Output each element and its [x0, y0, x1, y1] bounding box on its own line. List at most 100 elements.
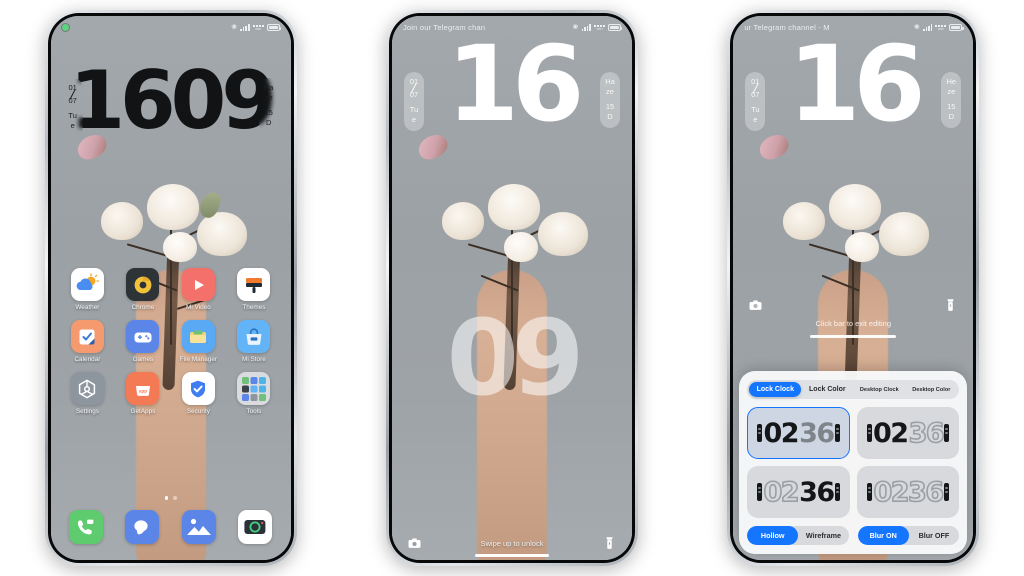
- camera-icon[interactable]: [238, 510, 273, 544]
- phone-clock-editor: 16 ur Telegram channel - M ❀ WIFI 01 07 …: [727, 10, 980, 566]
- app-getapps[interactable]: app GetApps: [115, 372, 171, 415]
- clock-preview-digits-dark: 02: [763, 417, 799, 449]
- clock-style-card[interactable]: 0236: [856, 466, 960, 518]
- clock-digits-top: 16: [446, 23, 585, 145]
- lock-screen-bottom: Swipe up to unlock: [392, 535, 632, 552]
- battery-icon: [607, 23, 623, 31]
- security-icon[interactable]: [181, 372, 215, 405]
- clock-colon-bar: [944, 424, 950, 442]
- page-dot-active[interactable]: [164, 496, 169, 500]
- wallpaper-blossom: [146, 184, 199, 230]
- getapps-icon[interactable]: app: [126, 372, 160, 405]
- app-file-manager[interactable]: File Manager: [171, 320, 227, 363]
- mi-store-icon[interactable]: [237, 320, 271, 353]
- clock-preview-digits-dark: 02: [872, 417, 909, 449]
- clock-digits-top: 16: [787, 23, 926, 145]
- battery-icon: [266, 23, 282, 31]
- weather-icon[interactable]: [70, 268, 104, 301]
- chrome-icon[interactable]: [126, 268, 160, 301]
- status-bar-left: ur Telegram channel - M: [744, 23, 829, 32]
- blur-off-button[interactable]: Blur OFF: [909, 526, 960, 545]
- clock-preview-digits-gray: 36: [799, 417, 835, 449]
- gallery-icon[interactable]: [181, 510, 216, 544]
- themes-icon[interactable]: [237, 268, 271, 301]
- date-pill: 01 07 Tu e: [62, 78, 83, 137]
- exit-editing-bar[interactable]: Click bar to exit editing: [733, 319, 973, 328]
- camera-icon[interactable]: [747, 297, 764, 314]
- clock-preview: 0236: [867, 476, 949, 508]
- wallpaper-blossom: [845, 232, 880, 262]
- wifi-icon: WIFI: [593, 25, 605, 31]
- phone2-screen[interactable]: 16 09 Join our Telegram chan ❀ WIFI 01 0…: [391, 16, 632, 560]
- weather-pill: He ze 15 D: [941, 72, 962, 128]
- status-bar-right: ❀ WIFI: [231, 23, 282, 31]
- phone1-screen[interactable]: ❀ WIFI 01 07 Tu e 1 6 0 9 Ha ze 15 D Wea…: [50, 16, 291, 560]
- hollow-button[interactable]: Hollow: [747, 526, 799, 545]
- weather-pill: Ha ze 15 D: [258, 78, 279, 134]
- app-weather[interactable]: Weather: [60, 268, 116, 311]
- messages-icon[interactable]: [125, 510, 160, 544]
- wallpaper-blossom: [537, 212, 588, 256]
- tab-lock-color[interactable]: Lock Color: [801, 382, 853, 397]
- phone-icon[interactable]: [68, 510, 103, 544]
- file-manager-icon[interactable]: [181, 320, 215, 353]
- status-bar-right: ❀ WIFI: [572, 23, 623, 31]
- battery-icon: [949, 23, 964, 31]
- blur-on-button[interactable]: Blur ON: [857, 526, 909, 545]
- clock-colon-bar: [943, 483, 949, 501]
- phone3-screen[interactable]: 16 ur Telegram channel - M ❀ WIFI 01 07 …: [733, 16, 974, 560]
- lock-clock-top[interactable]: 16: [733, 23, 973, 145]
- app-games[interactable]: Games: [115, 320, 171, 363]
- clock-colon-bar: [757, 483, 763, 501]
- settings-icon[interactable]: [70, 372, 104, 405]
- tab-desktop-clock[interactable]: Desktop Clock: [853, 383, 905, 397]
- app-chrome[interactable]: Chrome: [115, 268, 171, 311]
- app-themes[interactable]: Themes: [226, 268, 282, 311]
- clock-preview-digits-hollow: 36: [908, 417, 946, 449]
- clock-editor-panel: Lock Clock Lock Color Desktop Clock Desk…: [739, 371, 968, 554]
- status-bar: ❀ WIFI: [51, 16, 291, 38]
- editor-tabs: Lock Clock Lock Color Desktop Clock Desk…: [747, 380, 960, 399]
- app-label: Mi Store: [242, 356, 266, 363]
- clock-style-card-selected[interactable]: 02 36: [747, 407, 850, 459]
- app-label: Tools: [246, 408, 262, 415]
- exit-editing-handle[interactable]: [810, 335, 897, 338]
- clock-style-card[interactable]: 02 36: [747, 466, 850, 518]
- signal-bars-icon: [922, 23, 933, 31]
- app-label: Settings: [75, 408, 99, 415]
- camera-icon[interactable]: [406, 535, 423, 552]
- flashlight-icon[interactable]: [942, 297, 959, 314]
- tools-folder-icon[interactable]: [237, 372, 271, 405]
- page-dot[interactable]: [173, 496, 177, 500]
- app-mi-video[interactable]: Mi Video: [171, 268, 227, 311]
- page-indicator[interactable]: [51, 496, 291, 500]
- app-mi-store[interactable]: Mi Store: [226, 320, 282, 363]
- flashlight-icon[interactable]: [601, 535, 618, 552]
- clock-style-card[interactable]: 02 36: [856, 407, 960, 459]
- calendar-icon[interactable]: [70, 320, 104, 353]
- mi-video-icon[interactable]: [181, 268, 215, 301]
- clock-preview: 02 36: [757, 417, 840, 449]
- phones-stage: ❀ WIFI 01 07 Tu e 1 6 0 9 Ha ze 15 D Wea…: [0, 0, 1024, 576]
- app-security[interactable]: Security: [171, 372, 227, 415]
- wallpaper-blossom: [503, 232, 538, 262]
- games-icon[interactable]: [126, 320, 160, 353]
- app-label: Chrome: [131, 304, 155, 311]
- wireframe-button[interactable]: Wireframe: [798, 526, 849, 545]
- date-pill: 01 07 Tu e: [745, 72, 766, 131]
- style-segment: Hollow Wireframe: [747, 526, 849, 545]
- tab-desktop-color[interactable]: Desktop Color: [905, 383, 957, 397]
- clock-preview-digits-hollow: 0236: [873, 476, 945, 508]
- app-tools-folder[interactable]: Tools: [226, 372, 282, 415]
- clock-style-grid: 02 36 02 36 02 36 0236: [747, 407, 960, 518]
- clock-colon-bar: [834, 424, 840, 442]
- phone-home-screen: ❀ WIFI 01 07 Tu e 1 6 0 9 Ha ze 15 D Wea…: [44, 10, 297, 566]
- wallpaper-blossom: [162, 232, 197, 262]
- svg-text:app: app: [139, 388, 147, 393]
- tab-lock-clock[interactable]: Lock Clock: [749, 382, 802, 397]
- app-calendar[interactable]: Calendar: [60, 320, 116, 363]
- clock-preview-digits-dark: 36: [799, 476, 835, 508]
- app-settings[interactable]: Settings: [60, 372, 116, 415]
- bluetooth-icon: ❀: [572, 23, 579, 31]
- home-indicator[interactable]: [474, 554, 549, 557]
